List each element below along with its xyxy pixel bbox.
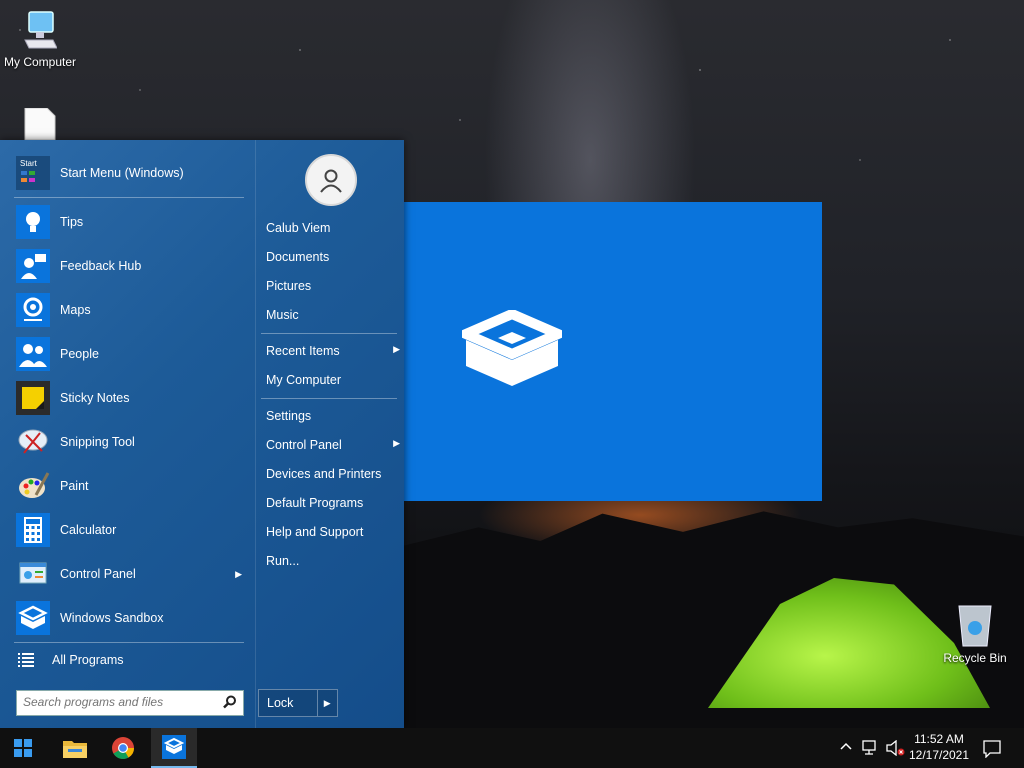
start-button[interactable] — [0, 728, 46, 768]
search-icon[interactable] — [223, 695, 237, 709]
menu-item-documents[interactable]: Documents — [266, 250, 396, 264]
lock-button[interactable]: Lock — [259, 690, 317, 716]
program-label: Start Menu (Windows) — [60, 166, 184, 180]
sandbox-window[interactable] — [404, 202, 822, 501]
submenu-arrow-icon: ▶ — [235, 568, 242, 579]
menu-item-help-support[interactable]: Help and Support — [266, 525, 396, 539]
taskbar: 11:52 AM 12/17/2021 — [0, 728, 1024, 768]
program-label: People — [60, 347, 99, 361]
program-people[interactable]: People — [8, 332, 246, 376]
program-calculator[interactable]: Calculator — [8, 508, 246, 552]
file-explorer-button[interactable] — [52, 728, 98, 768]
chrome-icon — [112, 737, 134, 759]
search-box[interactable] — [16, 690, 244, 716]
feedback-hub-icon — [16, 249, 50, 283]
start-menu-places-pane: Calub Viem Documents Pictures Music Rece… — [255, 140, 405, 728]
lightbulb-icon — [16, 205, 50, 239]
menu-item-recent-items[interactable]: Recent Items ▶ — [266, 344, 400, 358]
menu-item-my-computer[interactable]: My Computer — [266, 373, 396, 387]
clock[interactable]: 11:52 AM 12/17/2021 — [908, 731, 970, 763]
program-label: Calculator — [60, 523, 117, 537]
people-icon — [16, 337, 50, 371]
menu-item-default-programs[interactable]: Default Programs — [266, 496, 396, 510]
sticky-notes-icon — [16, 381, 50, 415]
program-label: Windows Sandbox — [60, 611, 164, 625]
volume-muted-icon[interactable] — [886, 740, 906, 756]
list-icon — [16, 643, 36, 677]
menu-item-user-folder[interactable]: Calub Viem — [266, 221, 396, 235]
avatar[interactable] — [305, 154, 357, 206]
chevron-up-icon[interactable] — [840, 740, 852, 754]
user-icon — [320, 169, 342, 193]
clock-date: 12/17/2021 — [908, 748, 970, 762]
file-explorer-icon — [63, 741, 87, 758]
program-windows-sandbox[interactable]: Windows Sandbox — [8, 596, 246, 640]
menu-item-music[interactable]: Music — [266, 308, 396, 322]
submenu-arrow-icon: ▶ — [393, 438, 400, 448]
desktop-icon-label: Recycle Bin — [943, 651, 1007, 665]
computer-icon — [24, 11, 58, 49]
program-label: Sticky Notes — [60, 391, 130, 405]
program-label: Control Panel — [60, 567, 136, 581]
program-label: Maps — [60, 303, 91, 317]
desktop-background: My Computer Recycle Bin Start Start Menu… — [0, 0, 1024, 728]
maps-icon — [16, 293, 50, 327]
menu-item-settings[interactable]: Settings — [266, 409, 396, 423]
sandbox-logo-icon — [462, 310, 562, 386]
program-start-menu-windows[interactable]: Start Start Menu (Windows) — [8, 151, 246, 195]
document-icon — [24, 107, 56, 141]
search-input[interactable] — [17, 691, 219, 713]
program-sticky-notes[interactable]: Sticky Notes — [8, 376, 246, 420]
start-menu-app-icon: Start — [16, 156, 50, 190]
windows-logo-icon — [14, 739, 32, 757]
clock-time: 11:52 AM — [914, 732, 964, 746]
program-label: Paint — [60, 479, 89, 493]
network-icon[interactable] — [862, 740, 880, 756]
program-paint[interactable]: Paint — [8, 464, 246, 508]
sandbox-taskbar-button[interactable] — [151, 728, 197, 768]
paint-icon — [16, 469, 50, 503]
sandbox-icon — [16, 601, 50, 635]
program-snipping-tool[interactable]: Snipping Tool — [8, 420, 246, 464]
control-panel-icon — [16, 557, 50, 591]
recycle-bin-icon — [958, 605, 992, 647]
program-feedback-hub[interactable]: Feedback Hub — [8, 244, 246, 288]
program-label: Feedback Hub — [60, 259, 142, 273]
desktop-icon-document[interactable] — [0, 107, 80, 143]
desktop-icon-my-computer[interactable]: My Computer — [0, 10, 80, 69]
start-menu-app-icon-text: Start — [20, 159, 38, 168]
menu-item-label: Control Panel — [266, 438, 342, 452]
desktop-icon-recycle-bin[interactable]: Recycle Bin — [935, 604, 1015, 665]
separator — [14, 197, 244, 198]
separator — [261, 398, 397, 399]
program-label: Tips — [60, 215, 84, 229]
snipping-tool-icon — [16, 425, 50, 459]
menu-item-label: Recent Items — [266, 344, 340, 358]
menu-item-devices-printers[interactable]: Devices and Printers — [266, 467, 396, 481]
start-menu-programs-pane: Start Start Menu (Windows) Tips Feedback… — [0, 140, 254, 728]
sandbox-icon — [162, 735, 186, 759]
notification-icon[interactable] — [983, 740, 1001, 758]
menu-item-pictures[interactable]: Pictures — [266, 279, 396, 293]
all-programs-button[interactable]: All Programs — [8, 638, 246, 682]
program-tips[interactable]: Tips — [8, 200, 246, 244]
menu-item-control-panel[interactable]: Control Panel ▶ — [266, 438, 400, 452]
program-control-panel[interactable]: Control Panel ▶ — [8, 552, 246, 596]
desktop-icon-label: My Computer — [3, 55, 77, 69]
program-label: Snipping Tool — [60, 435, 135, 449]
calculator-icon — [16, 513, 50, 547]
all-programs-label: All Programs — [52, 653, 124, 667]
menu-item-run[interactable]: Run... — [266, 554, 396, 568]
chrome-button[interactable] — [100, 728, 146, 768]
start-menu: Start Start Menu (Windows) Tips Feedback… — [0, 140, 404, 728]
lock-split-button: Lock ▶ — [258, 689, 338, 717]
submenu-arrow-icon: ▶ — [393, 344, 400, 354]
program-maps[interactable]: Maps — [8, 288, 246, 332]
lock-options-arrow-icon[interactable]: ▶ — [316, 690, 337, 716]
separator — [261, 333, 397, 334]
